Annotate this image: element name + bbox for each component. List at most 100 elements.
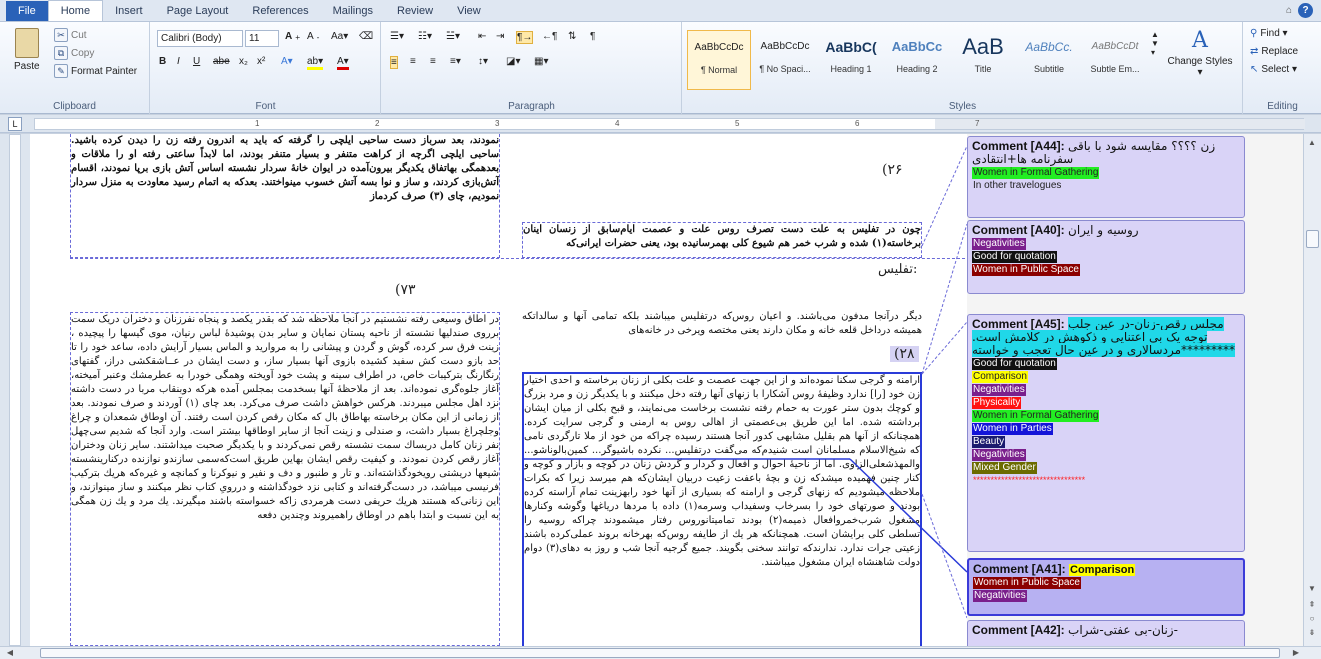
tab-references[interactable]: References	[240, 1, 320, 21]
ruler-number: 5	[735, 119, 740, 128]
rtl-icon[interactable]: ←¶	[542, 31, 557, 42]
tag-label: Negativities	[972, 238, 1026, 250]
comment-a41[interactable]: Comment [A41]: Comparison Women in Publi…	[967, 558, 1245, 616]
editing-label: Editing	[1267, 101, 1298, 112]
comment-header: Comment [A40]: روسیه و ایران	[972, 223, 1139, 237]
subscript-button[interactable]: x₂	[239, 56, 248, 67]
tab-selector[interactable]: L	[8, 117, 22, 131]
scroll-down-icon[interactable]: ▼	[1304, 584, 1320, 593]
font-color-icon[interactable]: A▾	[337, 56, 349, 70]
strikethrough-button[interactable]: abe	[213, 56, 230, 67]
comment-a44[interactable]: Comment [A44]: زن ؟؟؟؟ مقایسه شود با باق…	[967, 136, 1245, 218]
heading-tiflis: تفلیس:	[878, 262, 918, 277]
copy-button[interactable]: ⧉ Copy	[54, 46, 94, 60]
tab-view[interactable]: View	[445, 1, 493, 21]
vertical-ruler[interactable]	[0, 134, 30, 646]
bullets-icon[interactable]: ☰▾	[390, 31, 404, 42]
paste-button[interactable]: Paste	[14, 28, 40, 72]
copy-icon: ⧉	[54, 46, 68, 60]
ruler-track: 1 2 3 4 5 6 7	[34, 118, 1305, 130]
minimize-ribbon-icon[interactable]: ⌂	[1286, 5, 1292, 16]
format-painter-button[interactable]: ✎ Format Painter	[54, 64, 137, 78]
tab-insert[interactable]: Insert	[103, 1, 155, 21]
italic-button[interactable]: I	[177, 56, 180, 67]
next-page-icon[interactable]: ⇟	[1304, 628, 1320, 637]
tab-mailings[interactable]: Mailings	[321, 1, 385, 21]
clipboard-icon	[14, 28, 39, 58]
browse-object-icon[interactable]: ○	[1304, 614, 1320, 623]
style-heading-1[interactable]: AaBbC(Heading 1	[819, 30, 883, 90]
cursor-icon: ↖	[1250, 64, 1259, 75]
tag-label: Negativities	[972, 384, 1026, 396]
style-subtitle[interactable]: AaBbCc. Subtitle	[1017, 30, 1081, 90]
shading-icon[interactable]: ◪▾	[506, 56, 520, 67]
align-left-icon[interactable]: ≡	[390, 56, 398, 69]
styles-group: AaBbCcDc ¶ Normal AaBbCcDc ¶ No Spaci... A…	[683, 22, 1243, 114]
scroll-left-icon[interactable]: ◀	[2, 648, 18, 657]
tab-review[interactable]: Review	[385, 1, 445, 21]
tab-home[interactable]: Home	[47, 0, 104, 21]
tag-label: Women in Formal Gathering	[972, 167, 1100, 179]
align-right-icon[interactable]: ≡	[430, 56, 436, 67]
shrink-font-button[interactable]: A-	[307, 31, 319, 42]
tag-label: ********************************	[973, 475, 1086, 485]
style-heading-2[interactable]: AaBbCc Heading 2	[885, 30, 949, 90]
scroll-up-icon[interactable]: ▲	[1304, 138, 1320, 147]
scan-text-top-right: چون در تفلیس به علت دست تصرف روس علت و ع…	[522, 222, 922, 258]
show-marks-icon[interactable]: ¶	[590, 31, 595, 42]
multilevel-list-icon[interactable]: ☱▾	[446, 31, 460, 42]
style-normal[interactable]: AaBbCcDc ¶ Normal	[687, 30, 751, 90]
tab-page-layout[interactable]: Page Layout	[155, 1, 241, 21]
font-group: Calibri (Body) 11 A + A- Aa▾ ⌫ B I U abe …	[151, 22, 381, 114]
prev-page-icon[interactable]: ⇞	[1304, 600, 1320, 609]
increase-indent-icon[interactable]: ⇥	[496, 31, 504, 42]
style-no-spacing[interactable]: AaBbCcDc ¶ No Spaci...	[753, 30, 817, 90]
text-effects-icon[interactable]: A▾	[281, 56, 293, 67]
tag-label: Physicality	[972, 397, 1022, 409]
font-name-combo[interactable]: Calibri (Body)	[157, 30, 243, 47]
line-spacing-icon[interactable]: ↕▾	[478, 56, 488, 67]
connector-line	[70, 258, 965, 259]
comment-a40[interactable]: Comment [A40]: روسیه و ایران Negativitie…	[967, 220, 1245, 294]
vertical-scrollbar[interactable]: ▲ ▼ ⇞ ○ ⇟	[1303, 134, 1321, 646]
ruler-number: 1	[255, 119, 260, 128]
font-size-combo[interactable]: 11	[245, 30, 279, 47]
sort-icon[interactable]: ⇅	[568, 31, 576, 42]
comment-a45[interactable]: Comment [A45]: مجلس رقص-زنان-در عین جلب …	[967, 314, 1245, 552]
scroll-thumb[interactable]	[1306, 230, 1319, 248]
comment-a42[interactable]: Comment [A42]: زنان-بی عفتی-شراب-	[967, 620, 1245, 646]
style-title[interactable]: AaB Title	[951, 30, 1015, 90]
scissors-icon: ✂	[54, 28, 68, 42]
justify-icon[interactable]: ≡▾	[450, 56, 461, 67]
document-area[interactable]: نمودند، بعد سرباز دست ساحبی ایلچی را گرف…	[30, 134, 1303, 646]
tag-label: Good for quotation	[972, 251, 1057, 263]
bold-button[interactable]: B	[159, 56, 166, 67]
highlight-icon[interactable]: ab▾	[307, 56, 324, 70]
styles-scroll[interactable]: ▲ ▼ ▾	[1151, 30, 1159, 57]
comment-header: Comment [A41]: Comparison	[973, 562, 1136, 576]
superscript-button[interactable]: x²	[257, 56, 265, 67]
change-styles-button[interactable]: A Change Styles ▾	[1167, 28, 1233, 78]
ruler-number: 7	[975, 119, 980, 128]
tab-file[interactable]: File	[6, 1, 48, 21]
change-case-button[interactable]: Aa▾	[331, 31, 348, 42]
numbering-icon[interactable]: ☷▾	[418, 31, 432, 42]
scroll-right-icon[interactable]: ▶	[1288, 648, 1304, 657]
borders-icon[interactable]: ▦▾	[534, 56, 548, 67]
help-icon[interactable]: ?	[1298, 3, 1313, 18]
vruler-track	[9, 134, 21, 646]
grow-font-button[interactable]: A +	[285, 31, 300, 42]
style-subtle-emphasis[interactable]: AaBbCcDt Subtle Em...	[1083, 30, 1147, 90]
replace-button[interactable]: ⇄ Replace	[1250, 46, 1298, 57]
decrease-indent-icon[interactable]: ⇤	[478, 31, 486, 42]
select-button[interactable]: ↖ Select ▾	[1250, 64, 1297, 75]
find-button[interactable]: ⚲ Find ▾	[1250, 28, 1288, 39]
hscroll-thumb[interactable]	[40, 648, 1280, 658]
underline-button[interactable]: U	[193, 56, 200, 67]
clear-formatting-icon[interactable]: ⌫	[359, 31, 373, 42]
ltr-icon[interactable]: ¶→	[516, 31, 534, 44]
cut-button[interactable]: ✂ Cut	[54, 28, 87, 42]
horizontal-scrollbar[interactable]: ◀ ▶	[0, 646, 1321, 659]
align-center-icon[interactable]: ≡	[410, 56, 416, 67]
horizontal-ruler[interactable]: L 1 2 3 4 5 6 7	[0, 115, 1321, 133]
